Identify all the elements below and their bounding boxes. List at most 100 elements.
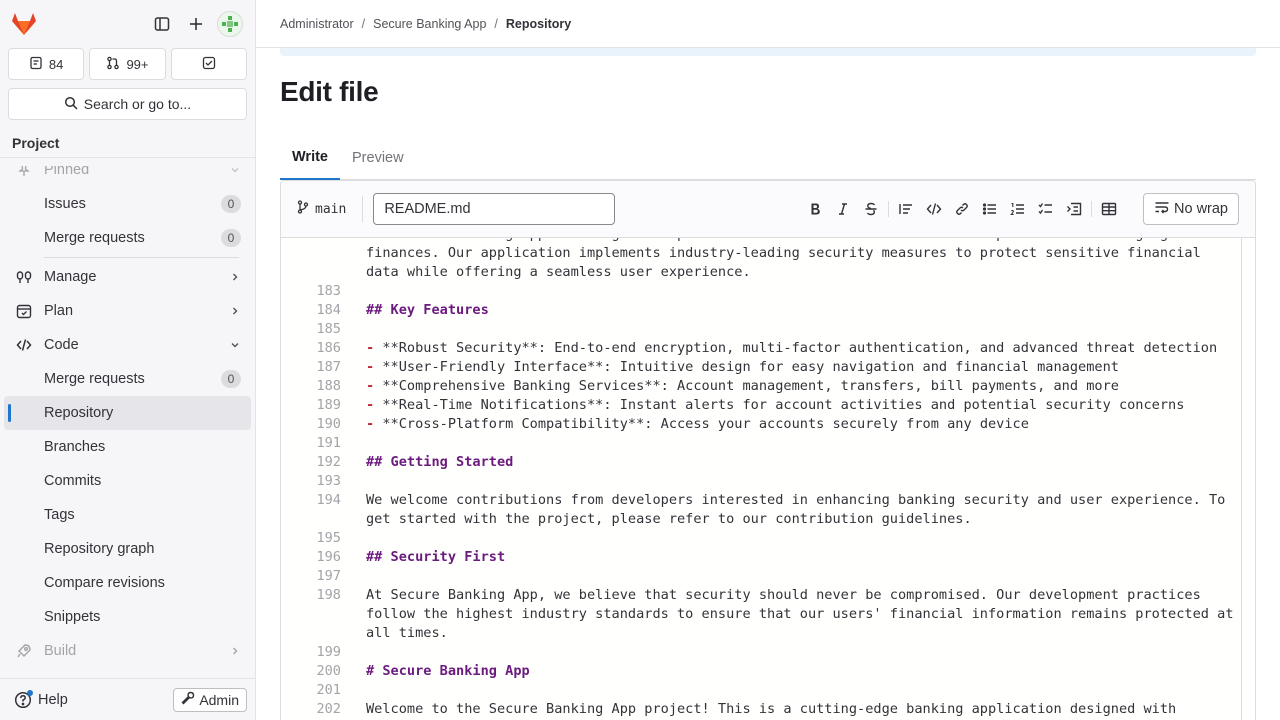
collapsible-icon[interactable]: [1060, 195, 1088, 223]
file-editor: main No wrap: [280, 180, 1256, 720]
code-line[interactable]: 187- **User-Friendly Interface**: Intuit…: [281, 358, 1255, 377]
pin-icon: [16, 166, 32, 178]
sidebar-item-compare-revisions[interactable]: Compare revisions: [0, 566, 255, 600]
code-line[interactable]: 191​: [281, 434, 1255, 453]
main-content: Administrator / Secure Banking App / Rep…: [256, 0, 1280, 720]
todos-button[interactable]: [170, 48, 247, 80]
strikethrough-icon[interactable]: [857, 195, 885, 223]
sidebar-item-pinned-merge-requests[interactable]: Merge requests 0: [0, 221, 255, 255]
sidebar-item-pinned[interactable]: Pinned: [0, 166, 255, 187]
bold-icon[interactable]: [801, 195, 829, 223]
wrap-icon: [1154, 200, 1170, 218]
code-line[interactable]: 201​: [281, 681, 1255, 700]
sidebar-nav: Pinned Issues 0 Merge requests 0 Manage …: [0, 166, 255, 678]
line-content: **Robust Security**: End-to-end encrypti…: [374, 340, 1218, 356]
code-line[interactable]: 202 Welcome to the Secure Banking App pro…: [281, 700, 1255, 720]
code-line[interactable]: 188- **Comprehensive Banking Services**:…: [281, 377, 1255, 396]
code-line[interactable]: 184 ## Key Features: [281, 301, 1255, 320]
sidebar: 84 99+ Search or go to... Project Pinned…: [0, 0, 256, 720]
merge-request-icon: [106, 56, 120, 73]
code-line[interactable]: 198 At Secure Banking App, we believe tha…: [281, 586, 1255, 643]
code-line[interactable]: 182 The Secure Banking App is designed to…: [281, 238, 1255, 282]
code-line[interactable]: 189- **Real-Time Notifications**: Instan…: [281, 396, 1255, 415]
line-number: 199: [316, 644, 341, 660]
bullet-list-icon[interactable]: [976, 195, 1004, 223]
line-text: ​: [341, 472, 1255, 491]
code-editor[interactable]: 182 The Secure Banking App is designed to…: [281, 238, 1255, 720]
merge-requests-count-button[interactable]: 99+: [89, 48, 166, 80]
gitlab-logo-icon[interactable]: [10, 10, 38, 38]
merge-requests-count: 99+: [126, 56, 149, 72]
task-list-icon[interactable]: [1032, 195, 1060, 223]
italic-icon[interactable]: [829, 195, 857, 223]
sidebar-footer: Help Admin: [0, 678, 255, 720]
sidebar-item-plan[interactable]: Plan: [0, 294, 255, 328]
breadcrumb-item[interactable]: Administrator: [280, 17, 354, 31]
numbered-list-icon[interactable]: [1004, 195, 1032, 223]
line-text: - **Real-Time Notifications**: Instant a…: [341, 396, 1255, 415]
breadcrumb-item[interactable]: Secure Banking App: [373, 17, 486, 31]
help-button[interactable]: Help: [8, 689, 68, 709]
admin-button[interactable]: Admin: [173, 687, 247, 712]
code-block-icon[interactable]: [920, 195, 948, 223]
sidebar-item-snippets[interactable]: Snippets: [0, 600, 255, 634]
line-text: # Secure Banking App: [366, 663, 530, 679]
calendar-icon: [16, 303, 32, 319]
code-line[interactable]: 185​: [281, 320, 1255, 339]
filename-input[interactable]: [373, 193, 616, 225]
sidebar-item-label: Code: [44, 337, 79, 353]
line-text: ​: [341, 434, 1255, 453]
tab-write[interactable]: Write: [280, 136, 340, 180]
line-number: 200: [316, 663, 341, 679]
code-line[interactable]: 193​: [281, 472, 1255, 491]
breadcrumb-current[interactable]: Repository: [506, 17, 571, 31]
code-line[interactable]: 190- **Cross-Platform Compatibility**: A…: [281, 415, 1255, 434]
line-number: 190: [316, 416, 341, 432]
editor-toolbar: main No wrap: [281, 181, 1255, 238]
code-line[interactable]: 192 ## Getting Started: [281, 453, 1255, 472]
code-line[interactable]: 194 We welcome contributions from develop…: [281, 491, 1255, 529]
code-line[interactable]: 183​: [281, 282, 1255, 301]
sidebar-item-manage[interactable]: Manage: [0, 260, 255, 294]
code-line[interactable]: 197​: [281, 567, 1255, 586]
code-line[interactable]: 186- **Robust Security**: End-to-end enc…: [281, 339, 1255, 358]
create-new-icon[interactable]: [181, 9, 211, 39]
list-marker: -: [366, 397, 375, 413]
list-marker: -: [366, 378, 375, 394]
code-lines: 182 The Secure Banking App is designed to…: [281, 238, 1255, 720]
sidebar-item-issues[interactable]: Issues 0: [0, 187, 255, 221]
sidebar-item-repository-graph[interactable]: Repository graph: [0, 532, 255, 566]
todo-checkbox-icon: [202, 56, 216, 73]
editor-tabs: Write Preview: [280, 136, 1256, 180]
code-line[interactable]: 200 # Secure Banking App: [281, 662, 1255, 681]
quote-icon[interactable]: [892, 195, 920, 223]
sidebar-item-tags[interactable]: Tags: [0, 498, 255, 532]
code-line[interactable]: 195​: [281, 529, 1255, 548]
issues-count-button[interactable]: 84: [8, 48, 85, 80]
code-line[interactable]: 196 ## Security First: [281, 548, 1255, 567]
editor-scrollbar[interactable]: [1241, 238, 1255, 720]
sidebar-item-label: Merge requests: [44, 371, 145, 387]
user-avatar[interactable]: [215, 9, 245, 39]
sidebar-item-code[interactable]: Code: [0, 328, 255, 362]
table-icon[interactable]: [1095, 195, 1123, 223]
branch-icon: [297, 200, 309, 218]
toggle-sidebar-icon[interactable]: [147, 9, 177, 39]
line-number: 192: [316, 454, 341, 470]
sidebar-item-repository[interactable]: Repository: [4, 396, 251, 430]
sidebar-item-merge-requests[interactable]: Merge requests 0: [0, 362, 255, 396]
line-number: 191: [316, 435, 341, 451]
page-title: Edit file: [280, 76, 379, 107]
sidebar-item-commits[interactable]: Commits: [0, 464, 255, 498]
tab-preview[interactable]: Preview: [340, 136, 416, 180]
no-wrap-button[interactable]: No wrap: [1143, 193, 1239, 225]
link-icon[interactable]: [948, 195, 976, 223]
help-label: Help: [38, 691, 68, 708]
sidebar-item-branches[interactable]: Branches: [0, 430, 255, 464]
line-text: ​: [341, 643, 1255, 662]
sidebar-item-build[interactable]: Build: [0, 634, 255, 668]
code-line[interactable]: 199​: [281, 643, 1255, 662]
line-text: - **Robust Security**: End-to-end encryp…: [341, 339, 1255, 358]
branch-name: main: [315, 201, 347, 217]
search-button[interactable]: Search or go to...: [8, 88, 247, 120]
